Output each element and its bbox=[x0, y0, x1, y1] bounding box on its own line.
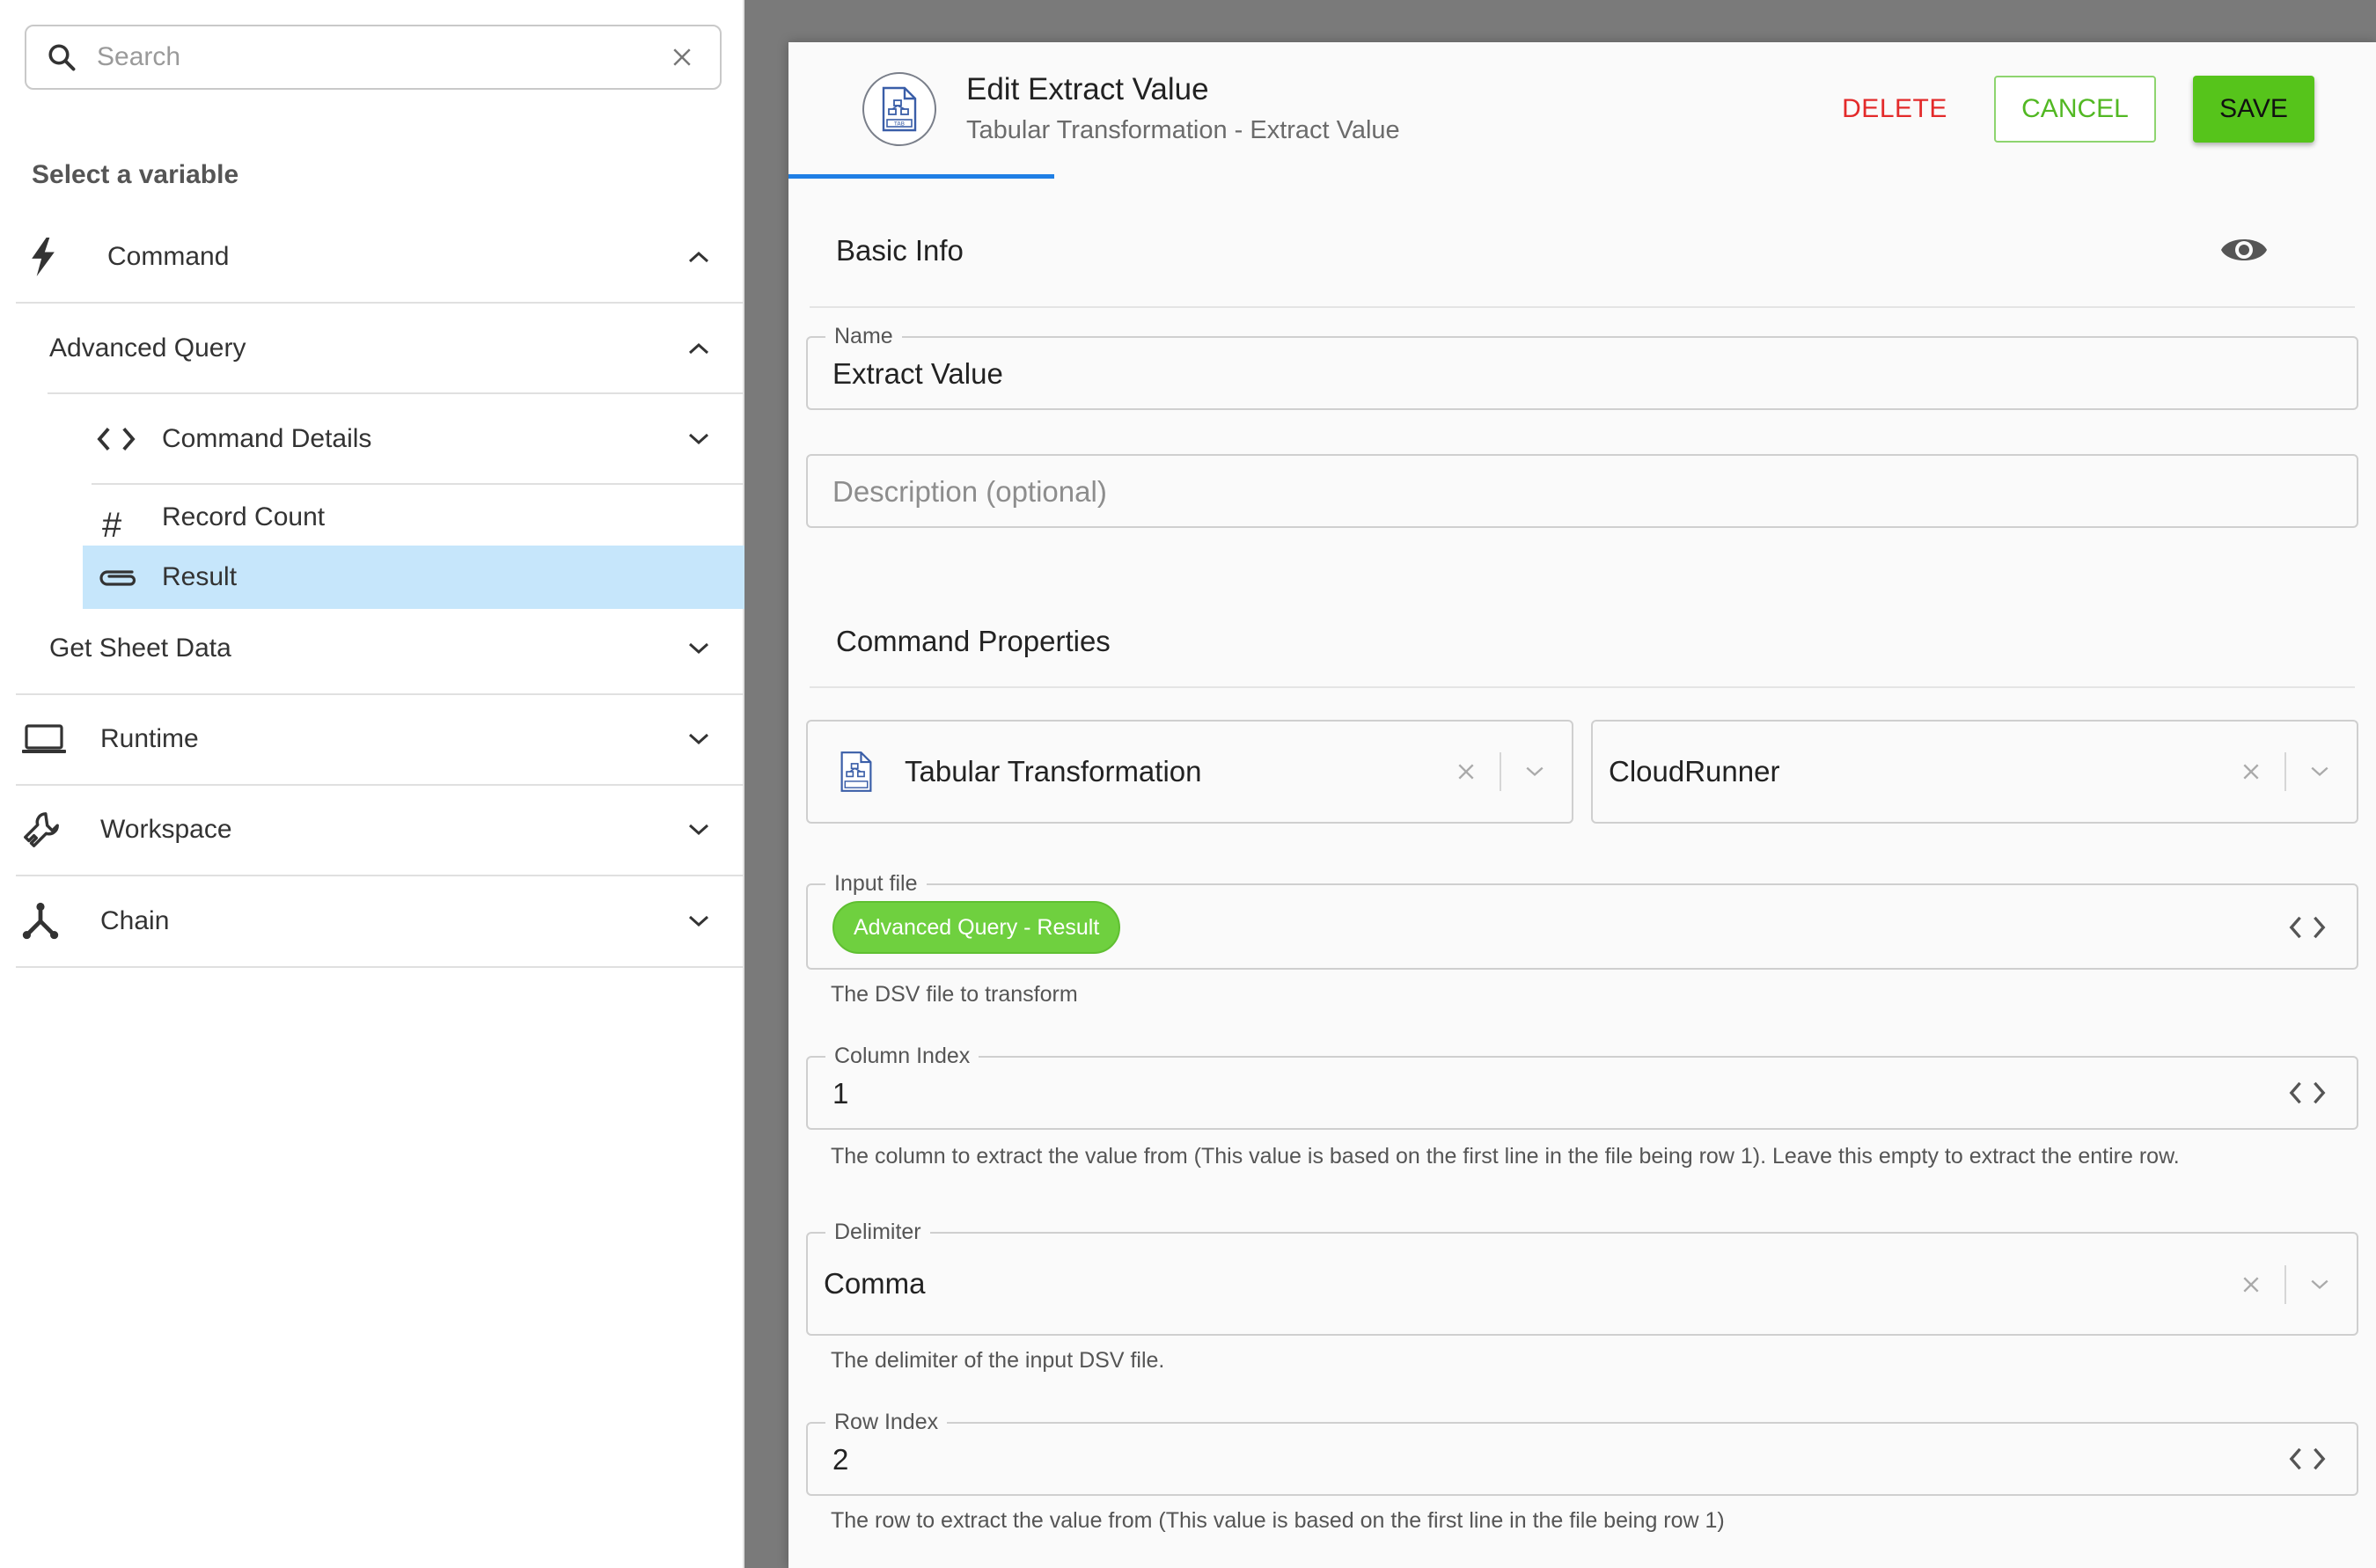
chevron-up-icon bbox=[672, 231, 725, 283]
delete-button[interactable]: DELETE bbox=[1829, 77, 1961, 141]
tree-item-record-count[interactable]: # Record Count bbox=[97, 489, 744, 546]
tree-item-label: Chain bbox=[100, 906, 170, 935]
column-index-label: Column Index bbox=[825, 1044, 979, 1068]
tree-item-command[interactable]: Command bbox=[30, 231, 725, 283]
chevron-down-icon bbox=[672, 713, 725, 766]
select-separator bbox=[2284, 752, 2286, 791]
code-brackets-icon[interactable] bbox=[2284, 1441, 2330, 1476]
divider bbox=[92, 483, 744, 485]
tree-item-advanced-query[interactable]: Advanced Query bbox=[49, 322, 725, 375]
chevron-down-icon bbox=[672, 803, 725, 856]
runner-value: CloudRunner bbox=[1609, 755, 1780, 788]
tree-item-get-sheet-data[interactable]: Get Sheet Data bbox=[49, 622, 725, 675]
integration-select[interactable]: Tabular Transformation bbox=[806, 720, 1573, 824]
divider bbox=[16, 302, 744, 304]
tree-item-chain[interactable]: Chain bbox=[21, 895, 725, 948]
search-input[interactable] bbox=[97, 42, 651, 72]
divider bbox=[16, 693, 744, 695]
tree-item-workspace[interactable]: Workspace bbox=[21, 803, 725, 856]
search-box[interactable] bbox=[25, 25, 722, 90]
tabular-transformation-icon bbox=[808, 751, 905, 793]
row-index-value: 2 bbox=[832, 1443, 849, 1476]
tree-item-label: Record Count bbox=[162, 502, 326, 531]
laptop-icon bbox=[21, 723, 81, 755]
description-placeholder: Description (optional) bbox=[832, 475, 1107, 508]
logo-text: TAB bbox=[893, 121, 905, 128]
variable-chip[interactable]: Advanced Query - Result bbox=[832, 901, 1121, 954]
dialog-header: TAB Edit Extract Value Tabular Transform… bbox=[788, 42, 2376, 180]
runner-select[interactable]: CloudRunner bbox=[1591, 720, 2358, 824]
divider bbox=[48, 392, 744, 394]
divider bbox=[16, 966, 744, 968]
name-value: Extract Value bbox=[832, 357, 1003, 390]
hash-icon: # bbox=[102, 505, 122, 545]
input-file-label: Input file bbox=[825, 871, 927, 896]
dialog-subtitle: Tabular Transformation - Extract Value bbox=[966, 116, 1400, 144]
divider bbox=[16, 784, 744, 786]
tree-item-label: Command bbox=[107, 242, 230, 271]
wrench-icon bbox=[21, 810, 81, 850]
tree-item-label: Result bbox=[162, 562, 238, 591]
chevron-down-icon bbox=[672, 895, 725, 948]
tree-item-result[interactable]: Result bbox=[83, 546, 744, 609]
edit-command-dialog: TAB Edit Extract Value Tabular Transform… bbox=[788, 42, 2376, 1568]
tree-item-label: Command Details bbox=[162, 424, 372, 453]
select-variable-heading: Select a variable bbox=[32, 160, 239, 189]
description-field[interactable]: Description (optional) bbox=[806, 454, 2358, 528]
integration-value: Tabular Transformation bbox=[905, 755, 1202, 788]
column-index-value: 1 bbox=[832, 1077, 849, 1110]
code-brackets-icon[interactable] bbox=[2284, 1075, 2330, 1110]
input-file-field[interactable]: Input file Advanced Query - Result bbox=[806, 871, 2358, 970]
code-brackets-icon[interactable] bbox=[2284, 910, 2330, 945]
tree-item-label: Workspace bbox=[100, 815, 232, 844]
tree-item-command-details[interactable]: Command Details bbox=[97, 413, 725, 465]
command-properties-heading: Command Properties bbox=[836, 625, 1111, 657]
column-index-helper: The column to extract the value from (Th… bbox=[831, 1144, 2180, 1169]
delimiter-label: Delimiter bbox=[825, 1220, 930, 1244]
column-index-field[interactable]: Column Index 1 bbox=[806, 1044, 2358, 1130]
row-index-label: Row Index bbox=[825, 1410, 948, 1434]
chain-fork-icon bbox=[21, 902, 81, 941]
input-file-helper: The DSV file to transform bbox=[831, 982, 1078, 1007]
save-button[interactable]: SAVE bbox=[2193, 76, 2314, 143]
dialog-title: Edit Extract Value bbox=[966, 72, 1209, 106]
select-separator bbox=[2284, 1265, 2286, 1304]
cancel-button[interactable]: CANCEL bbox=[1994, 76, 2156, 143]
tree-item-label: Advanced Query bbox=[49, 333, 246, 363]
chevron-down-icon bbox=[672, 622, 725, 675]
search-icon bbox=[26, 26, 97, 88]
clear-icon[interactable] bbox=[2232, 752, 2270, 791]
eye-icon[interactable] bbox=[2219, 232, 2269, 267]
tree-item-label: Get Sheet Data bbox=[49, 634, 231, 663]
tree-item-runtime[interactable]: Runtime bbox=[21, 713, 725, 766]
name-label: Name bbox=[825, 324, 902, 348]
name-field[interactable]: Name Extract Value bbox=[806, 324, 2358, 410]
chevron-down-icon[interactable] bbox=[2300, 752, 2339, 791]
header-active-tab-indicator bbox=[788, 174, 1054, 179]
row-index-helper: The row to extract the value from (This … bbox=[831, 1508, 1725, 1533]
row-index-field[interactable]: Row Index 2 bbox=[806, 1410, 2358, 1496]
paperclip-icon bbox=[97, 565, 157, 590]
section-divider bbox=[810, 306, 2355, 308]
divider bbox=[16, 875, 744, 876]
delimiter-select[interactable]: Delimiter Comma bbox=[806, 1220, 2358, 1336]
chevron-up-icon bbox=[672, 322, 725, 375]
chevron-down-icon[interactable] bbox=[2300, 1265, 2339, 1304]
variable-sidebar: Select a variable Command Advanced Query… bbox=[0, 0, 744, 1568]
basic-info-heading: Basic Info bbox=[836, 234, 964, 267]
code-brackets-icon bbox=[97, 426, 157, 452]
delimiter-controls bbox=[2232, 1265, 2357, 1304]
delimiter-helper: The delimiter of the input DSV file. bbox=[831, 1348, 1165, 1373]
select-separator bbox=[1500, 752, 1501, 791]
section-divider bbox=[810, 686, 2355, 688]
delimiter-value: Comma bbox=[824, 1267, 926, 1300]
clear-icon[interactable] bbox=[2232, 1265, 2270, 1304]
tabular-transformation-logo-icon: TAB bbox=[862, 72, 936, 146]
tree-item-label: Runtime bbox=[100, 724, 199, 753]
close-icon[interactable] bbox=[651, 26, 713, 88]
chevron-down-icon[interactable] bbox=[1515, 752, 1554, 791]
lightning-icon bbox=[30, 238, 90, 276]
chevron-down-icon bbox=[672, 413, 725, 465]
clear-icon[interactable] bbox=[1447, 752, 1485, 791]
